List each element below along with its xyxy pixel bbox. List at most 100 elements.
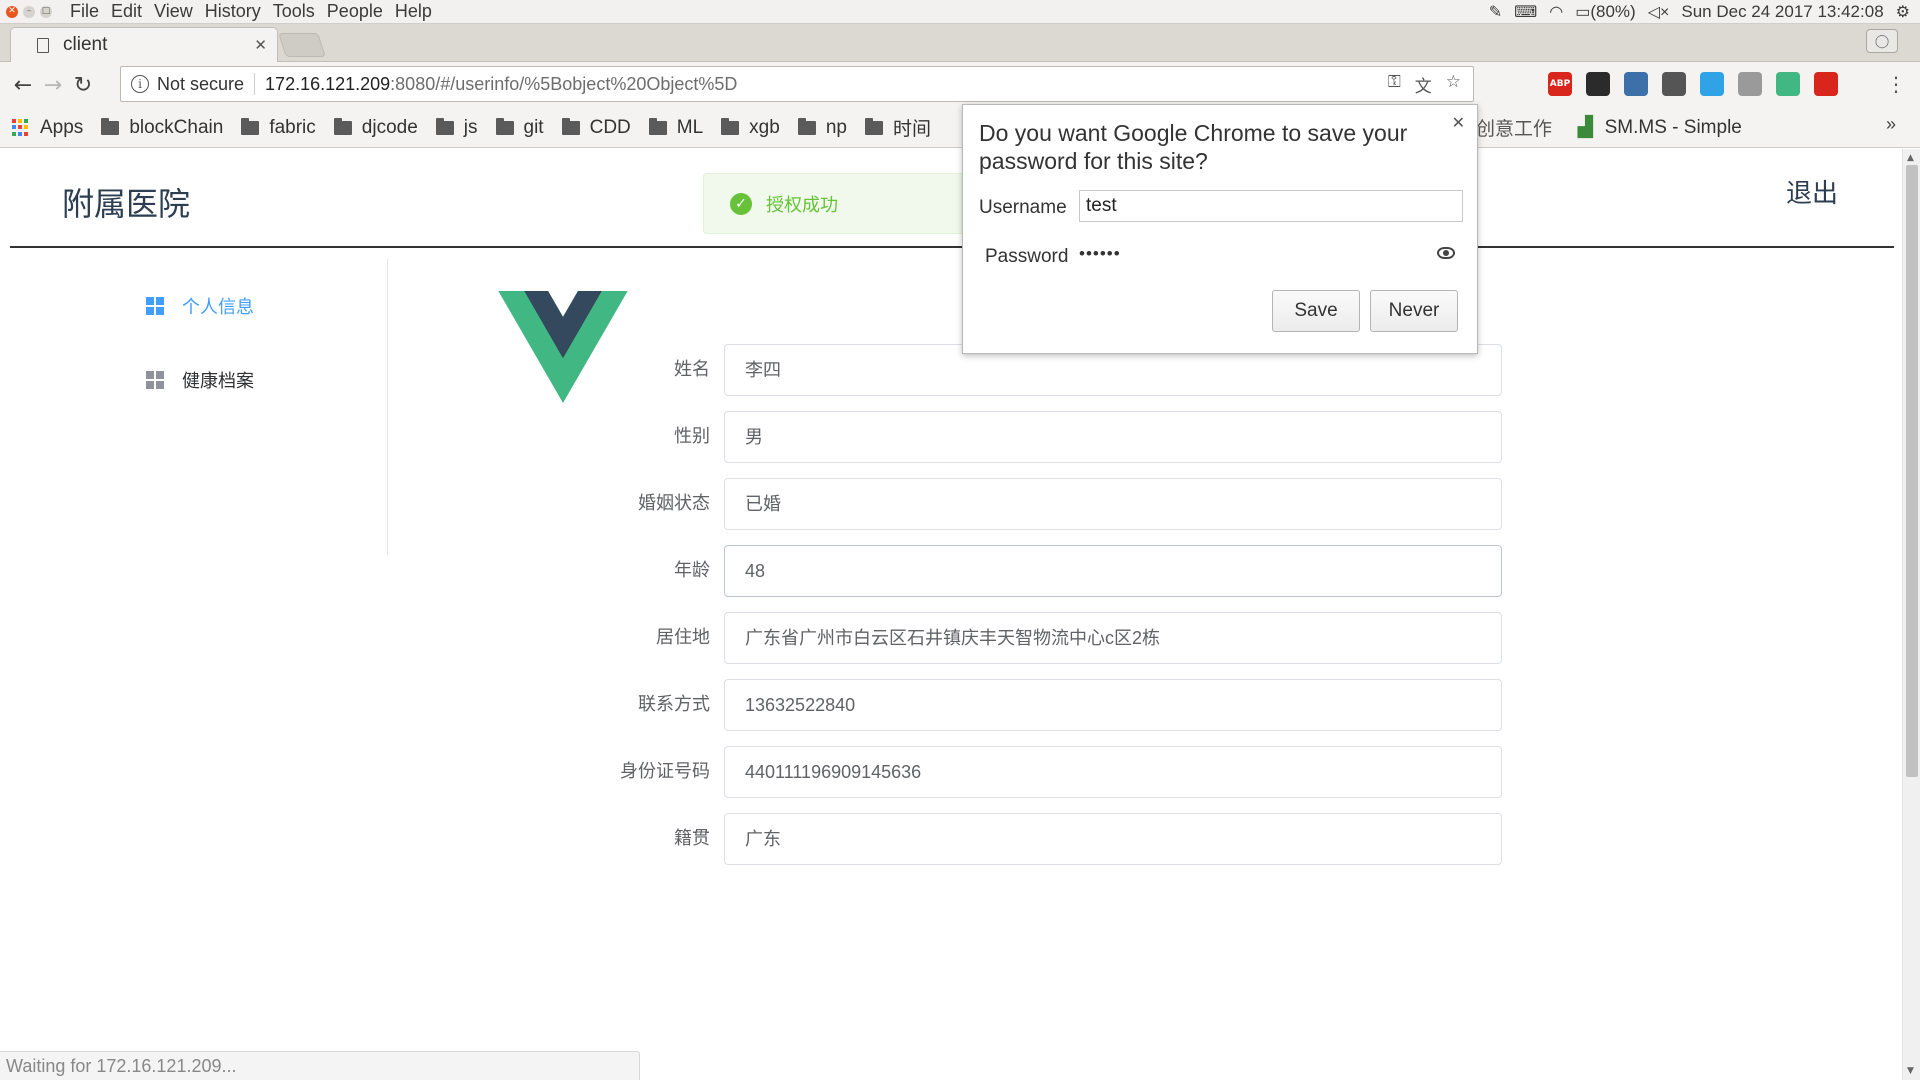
battery-indicator[interactable]: ▭(80%) xyxy=(1575,2,1635,22)
star-icon[interactable]: ☆ xyxy=(1446,72,1461,97)
red-extension-icon[interactable] xyxy=(1814,72,1838,96)
form-label: 籍贯 xyxy=(674,828,710,849)
evernote-icon[interactable] xyxy=(1586,72,1610,96)
menu-history[interactable]: History xyxy=(199,1,267,22)
bookmark-folder[interactable]: djcode xyxy=(333,116,418,139)
menu-tools[interactable]: Tools xyxy=(267,1,321,22)
keyboard-icon[interactable]: ⌨ xyxy=(1514,2,1537,22)
bookmark-folder[interactable]: blockChain xyxy=(101,117,223,139)
bookmark-creative[interactable]: 创意工作 xyxy=(1476,114,1552,141)
bookmark-list: Apps blockChain fabric djcode js git CDD ML xgb n… xyxy=(12,114,949,141)
address-bar[interactable]: i Not secure 172.16.121.209:8080/#/useri… xyxy=(120,66,1474,102)
bookmark-smms[interactable]: ▟ SM.MS - Simple xyxy=(1578,116,1742,139)
gear-icon[interactable]: ⚙ xyxy=(1896,2,1910,22)
bookmark-folder[interactable]: CDD xyxy=(561,116,631,139)
bookmark-label: djcode xyxy=(361,116,418,138)
form-row: 居住地 广东省广州市白云区石井镇庆丰天智物流中心c区2栋 xyxy=(540,612,1502,664)
url-path: :8080/#/userinfo/%5Bobject%20Object%5D xyxy=(390,73,738,94)
v-extension-icon[interactable] xyxy=(1700,72,1724,96)
folder-icon xyxy=(561,117,580,135)
sidebar-item-label: 个人信息 xyxy=(182,297,254,318)
window-minimize-icon[interactable]: – xyxy=(23,5,35,18)
form-input[interactable]: 13632522840 xyxy=(724,679,1502,731)
never-button[interactable]: Never xyxy=(1370,290,1458,332)
form-input[interactable]: 48 xyxy=(724,545,1502,597)
sidebar-item-health-records[interactable]: 健康档案 xyxy=(146,367,254,393)
bookmark-folder[interactable]: xgb xyxy=(721,117,780,139)
scroll-up-icon[interactable]: ▲ xyxy=(1907,153,1914,163)
site-logo[interactable]: 附属医院 xyxy=(62,179,190,225)
menu-file[interactable]: File xyxy=(64,1,105,22)
check-circle-icon: ✓ xyxy=(730,192,752,215)
bookmark-label: fabric xyxy=(269,116,316,138)
clock[interactable]: Sun Dec 24 2017 13:42:08 xyxy=(1681,2,1883,22)
volume-muted-icon[interactable]: ◁× xyxy=(1648,2,1670,22)
bookmark-folder[interactable]: js xyxy=(435,117,478,139)
translate-icon[interactable]: 文 xyxy=(1415,72,1432,97)
menu-view[interactable]: View xyxy=(148,1,199,22)
form-row: 婚姻状态 已婚 xyxy=(540,478,1502,530)
bookmark-folder[interactable]: np xyxy=(797,117,847,139)
folder-icon xyxy=(333,117,352,135)
bookmark-folder[interactable]: 时间 xyxy=(864,114,931,141)
form-label: 居住地 xyxy=(656,627,710,648)
form-input[interactable]: 男 xyxy=(724,411,1502,463)
form-row: 籍贯 广东 xyxy=(540,813,1502,865)
scroll-down-icon[interactable]: ▼ xyxy=(1907,1066,1914,1076)
security-label[interactable]: Not secure xyxy=(157,74,244,95)
upload-icon[interactable] xyxy=(1624,72,1648,96)
save-button[interactable]: Save xyxy=(1272,290,1360,332)
dialog-title: Do you want Google Chrome to save your p… xyxy=(979,120,1408,174)
grid-extension-icon[interactable] xyxy=(1738,72,1762,96)
form-label: 姓名 xyxy=(674,359,710,380)
menu-edit[interactable]: Edit xyxy=(105,1,148,22)
back-arrow-icon[interactable]: ← xyxy=(8,73,38,98)
window-close-icon[interactable]: ✕ xyxy=(6,5,18,18)
film-icon[interactable] xyxy=(1662,72,1686,96)
form-row: 身份证号码 440111196909145636 xyxy=(540,746,1502,798)
username-field[interactable]: test xyxy=(1079,190,1463,222)
kebab-menu-icon[interactable]: ⋮ xyxy=(1886,72,1906,96)
menu-help[interactable]: Help xyxy=(389,1,438,22)
scrollbar-thumb[interactable] xyxy=(1906,165,1918,777)
reload-icon[interactable]: ↻ xyxy=(68,73,98,98)
save-password-dialog: Do you want Google Chrome to save your p… xyxy=(962,104,1478,354)
eye-icon[interactable] xyxy=(1437,247,1455,259)
username-label: Username xyxy=(979,197,1067,218)
close-icon[interactable]: ✕ xyxy=(1452,113,1465,133)
key-icon[interactable]: ⚿ xyxy=(1388,72,1401,97)
bookmark-label: blockChain xyxy=(129,116,224,138)
bookmark-folder[interactable]: git xyxy=(495,117,544,139)
bookmark-creative-label: 创意工作 xyxy=(1476,119,1553,140)
new-tab-button[interactable] xyxy=(278,33,326,57)
header-divider xyxy=(10,246,1894,248)
bookmark-folder[interactable]: fabric xyxy=(241,116,316,139)
bookmark-folder[interactable]: ML xyxy=(648,116,704,139)
form-input[interactable]: 已婚 xyxy=(724,478,1502,530)
bookmark-label: ML xyxy=(676,116,704,138)
bookmark-apps[interactable]: Apps xyxy=(12,117,83,139)
info-icon[interactable]: i xyxy=(131,75,149,93)
forward-arrow-icon[interactable]: → xyxy=(38,73,68,98)
wifi-icon[interactable]: ◠ xyxy=(1549,2,1563,22)
extension-icons: ABP xyxy=(1548,72,1838,96)
folder-icon xyxy=(241,117,260,135)
profile-icon[interactable]: ◯ xyxy=(1866,29,1898,53)
paperclip-icon[interactable]: ✎ xyxy=(1489,2,1502,22)
status-bubble: Waiting for 172.16.121.209... xyxy=(0,1051,640,1080)
toast-message: 授权成功 xyxy=(766,194,838,216)
tab-client[interactable]: client ✕ xyxy=(10,27,278,62)
form-input[interactable]: 广东 xyxy=(724,813,1502,865)
logout-link[interactable]: 退出 xyxy=(1786,173,1838,210)
bookmark-label: CDD xyxy=(589,116,631,138)
form-input[interactable]: 广东省广州市白云区石井镇庆丰天智物流中心c区2栋 xyxy=(724,612,1502,664)
adblock-plus-icon[interactable]: ABP xyxy=(1548,72,1572,96)
bookmarks-overflow-icon[interactable]: » xyxy=(1886,114,1896,135)
tab-close-icon[interactable]: ✕ xyxy=(254,36,267,54)
window-maximize-icon[interactable]: □ xyxy=(40,5,52,18)
form-input[interactable]: 440111196909145636 xyxy=(724,746,1502,798)
menu-people[interactable]: People xyxy=(321,1,389,22)
page-scrollbar[interactable]: ▲ ▼ xyxy=(1902,149,1920,1080)
vue-devtools-icon[interactable] xyxy=(1776,72,1800,96)
sidebar-item-personal-info[interactable]: 个人信息 xyxy=(146,293,254,319)
